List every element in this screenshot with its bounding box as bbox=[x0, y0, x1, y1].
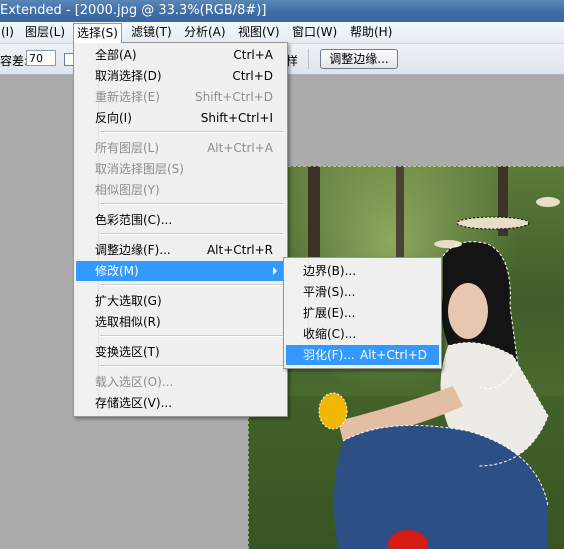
menu-item-label: 收缩(C)... bbox=[303, 327, 357, 341]
menu-analysis[interactable]: 分析(A) bbox=[181, 24, 229, 40]
menu-item-deselect[interactable]: 取消选择(D) Ctrl+D bbox=[76, 66, 285, 86]
tolerance-input[interactable]: 70 bbox=[26, 50, 56, 66]
menu-item-label: 扩展(E)... bbox=[303, 306, 356, 320]
tolerance-label: 容差: bbox=[0, 54, 29, 68]
menu-bar: (I) 图层(L) 选择(S) 滤镜(T) 分析(A) 视图(V) 窗口(W) … bbox=[0, 22, 564, 44]
menu-item-select-all[interactable]: 全部(A) Ctrl+A bbox=[76, 45, 285, 65]
window-title: Extended - [2000.jpg @ 33.3%(RGB/8#)] bbox=[0, 3, 267, 18]
menu-item-inverse[interactable]: 反向(I) Shift+Ctrl+I bbox=[76, 108, 285, 128]
menu-item-shortcut: Ctrl+D bbox=[232, 69, 273, 83]
modify-submenu: 边界(B)... 平滑(S)... 扩展(E)... 收缩(C)... 羽化(F… bbox=[283, 257, 442, 369]
menu-window[interactable]: 窗口(W) bbox=[289, 24, 340, 40]
menu-item-label: 羽化(F)... bbox=[303, 348, 355, 362]
menu-item-deselect-layers[interactable]: 取消选择图层(S) bbox=[76, 159, 285, 179]
menu-item-label: 存储选区(V)... bbox=[95, 396, 173, 410]
menu-item-label: 所有图层(L) bbox=[95, 141, 160, 155]
menu-item-color-range[interactable]: 色彩范围(C)... bbox=[76, 210, 285, 230]
menu-separator bbox=[100, 284, 283, 286]
menu-item-similar[interactable]: 选取相似(R) bbox=[76, 312, 285, 332]
menu-item-feather[interactable]: 羽化(F)... Alt+Ctrl+D bbox=[286, 345, 439, 365]
menu-item-label: 取消选择(D) bbox=[95, 69, 162, 83]
select-menu: 全部(A) Ctrl+A 取消选择(D) Ctrl+D 重新选择(E) Shif… bbox=[73, 42, 288, 417]
menu-item-label: 全部(A) bbox=[95, 48, 137, 62]
submenu-arrow-icon bbox=[273, 267, 277, 275]
menu-item-shortcut: Alt+Ctrl+A bbox=[207, 141, 273, 155]
menu-item-border[interactable]: 边界(B)... bbox=[286, 261, 439, 281]
menu-item-label: 相似图层(Y) bbox=[95, 183, 160, 197]
menu-item-label: 载入选区(O)... bbox=[95, 375, 174, 389]
menu-select[interactable]: 选择(S) bbox=[73, 23, 122, 43]
menu-item-shortcut: Alt+Ctrl+D bbox=[360, 348, 427, 362]
menu-separator bbox=[100, 335, 283, 337]
window-title-bar: Extended - [2000.jpg @ 33.3%(RGB/8#)] bbox=[0, 0, 564, 22]
menu-item-expand[interactable]: 扩展(E)... bbox=[286, 303, 439, 323]
menu-view[interactable]: 视图(V) bbox=[235, 24, 283, 40]
menu-separator bbox=[100, 203, 283, 205]
menu-item-contract[interactable]: 收缩(C)... bbox=[286, 324, 439, 344]
options-divider bbox=[308, 49, 309, 69]
menu-item-refine-edge[interactable]: 调整边缘(F)... Alt+Ctrl+R bbox=[76, 240, 285, 260]
menu-separator bbox=[100, 365, 283, 367]
menu-help[interactable]: 帮助(H) bbox=[347, 24, 395, 40]
menu-item-shortcut: Shift+Ctrl+D bbox=[195, 90, 273, 104]
menu-item-label: 重新选择(E) bbox=[95, 90, 160, 104]
menu-item-label: 修改(M) bbox=[95, 264, 139, 278]
menu-item-modify[interactable]: 修改(M) bbox=[76, 261, 285, 281]
menu-item-transform-selection[interactable]: 变换选区(T) bbox=[76, 342, 285, 362]
menu-item-label: 取消选择图层(S) bbox=[95, 162, 184, 176]
menu-item-grow[interactable]: 扩大选取(G) bbox=[76, 291, 285, 311]
menu-image[interactable]: (I) bbox=[0, 24, 17, 40]
refine-edge-button[interactable]: 调整边缘... bbox=[320, 49, 398, 69]
menu-item-reselect[interactable]: 重新选择(E) Shift+Ctrl+D bbox=[76, 87, 285, 107]
menu-filter[interactable]: 滤镜(T) bbox=[128, 24, 175, 40]
menu-item-shortcut: Alt+Ctrl+R bbox=[206, 243, 273, 257]
menu-item-label: 变换选区(T) bbox=[95, 345, 160, 359]
menu-item-label: 扩大选取(G) bbox=[95, 294, 162, 308]
menu-item-load-selection[interactable]: 载入选区(O)... bbox=[76, 372, 285, 392]
menu-item-label: 选取相似(R) bbox=[95, 315, 161, 329]
menu-item-label: 平滑(S)... bbox=[303, 285, 356, 299]
menu-item-smooth[interactable]: 平滑(S)... bbox=[286, 282, 439, 302]
menu-item-label: 调整边缘(F)... bbox=[95, 243, 171, 257]
menu-item-similar-layers[interactable]: 相似图层(Y) bbox=[76, 180, 285, 200]
menu-item-label: 色彩范围(C)... bbox=[95, 213, 173, 227]
menu-item-save-selection[interactable]: 存储选区(V)... bbox=[76, 393, 285, 413]
menu-separator bbox=[100, 131, 283, 133]
menu-separator bbox=[100, 233, 283, 235]
menu-item-shortcut: Ctrl+A bbox=[233, 48, 273, 62]
menu-layer[interactable]: 图层(L) bbox=[22, 24, 68, 40]
menu-item-all-layers[interactable]: 所有图层(L) Alt+Ctrl+A bbox=[76, 138, 285, 158]
menu-item-label: 反向(I) bbox=[95, 111, 132, 125]
menu-item-label: 边界(B)... bbox=[303, 264, 357, 278]
menu-item-shortcut: Shift+Ctrl+I bbox=[200, 111, 273, 125]
